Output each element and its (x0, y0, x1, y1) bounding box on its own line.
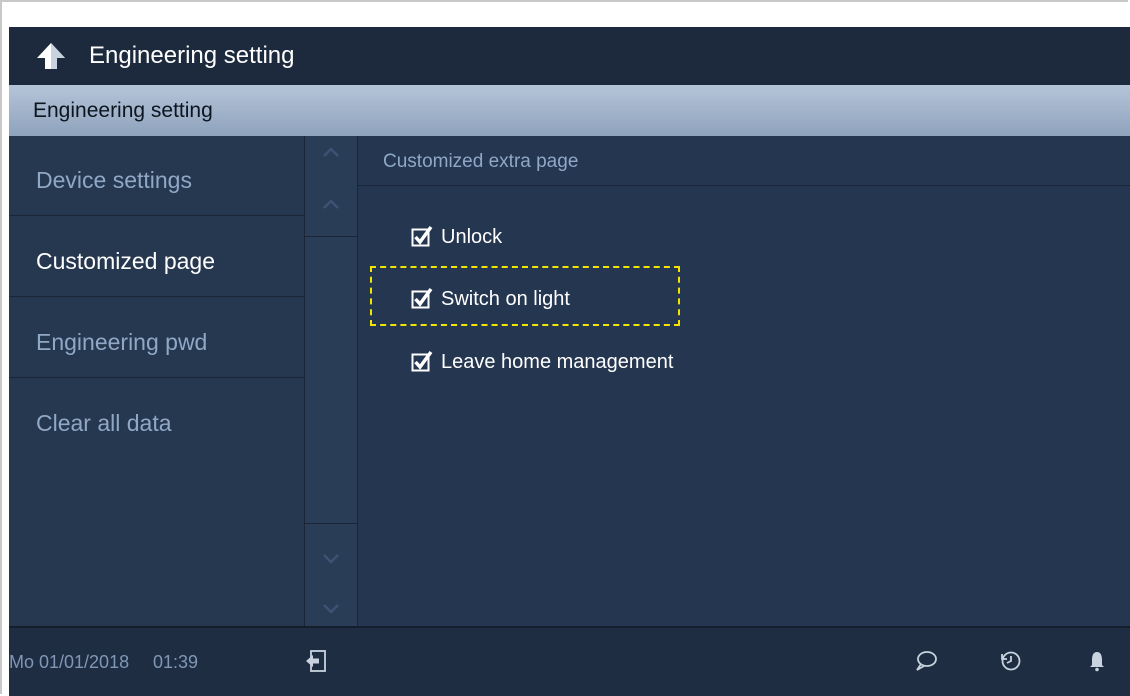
bell-icon[interactable] (1085, 649, 1109, 673)
sidebar-item-label: Clear all data (36, 410, 172, 436)
content-header: Customized extra page (358, 136, 1130, 186)
history-icon[interactable] (999, 649, 1023, 673)
chevron-down-icon (323, 604, 339, 614)
option-label: Leave home management (441, 351, 674, 373)
sidebar-item-clear-all-data[interactable]: Clear all data (9, 379, 304, 459)
message-icon[interactable] (914, 649, 938, 673)
content-heading: Customized extra page (383, 151, 579, 172)
status-time: 01:39 (153, 652, 199, 672)
sidebar-item-customized-page[interactable]: Customized page (9, 217, 304, 297)
sidebar-item-label: Device settings (36, 167, 192, 193)
scroll-up-button[interactable] (305, 136, 357, 237)
chevron-up-icon (323, 147, 339, 157)
content-panel: Customized extra page Unlock Switch on l… (358, 136, 1130, 626)
sidebar-item-label: Engineering pwd (36, 329, 208, 355)
sidebar-item-label: Customized page (36, 248, 215, 274)
page-title: Engineering setting (89, 42, 295, 69)
screen: Engineering setting Engineering setting … (9, 27, 1130, 696)
side-menu: Device settings Customized page Engineer… (9, 136, 304, 626)
sidebar-item-device-settings[interactable]: Device settings (9, 136, 304, 216)
checkbox-checked-icon[interactable] (411, 225, 433, 247)
chevron-up-icon (323, 199, 339, 209)
title-bar: Engineering setting (9, 27, 1130, 85)
section-header-label: Engineering setting (33, 99, 213, 122)
back-arrow-icon[interactable] (35, 41, 67, 71)
checkbox-checked-icon[interactable] (411, 350, 433, 372)
option-label: Unlock (441, 226, 503, 248)
scroll-column (304, 136, 358, 626)
sidebar-item-engineering-pwd[interactable]: Engineering pwd (9, 298, 304, 378)
scroll-down-button[interactable] (305, 523, 357, 627)
exit-icon[interactable] (305, 649, 329, 673)
section-header: Engineering setting (9, 85, 1130, 136)
chevron-down-icon (323, 554, 339, 564)
status-date: Mo 01/01/2018 (9, 652, 130, 672)
status-bar: Mo 01/01/2018 01:39 (9, 626, 1130, 696)
checkbox-checked-icon[interactable] (411, 287, 433, 309)
option-label: Switch on light (441, 288, 570, 310)
